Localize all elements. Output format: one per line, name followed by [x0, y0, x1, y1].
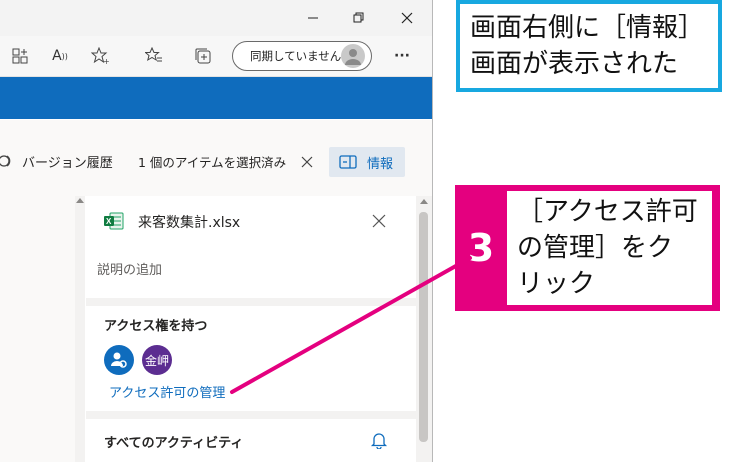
- callout-step-box: ［アクセス許可 の管理］をク リック: [507, 191, 712, 305]
- settings-more-button[interactable]: ···: [390, 44, 414, 68]
- close-window-button[interactable]: [385, 0, 429, 36]
- callout-info-text: 画面右側に［情報］ 画面が表示された: [470, 13, 705, 79]
- shared-link-avatar[interactable]: [104, 345, 134, 375]
- svg-text:X: X: [106, 217, 112, 226]
- profile-avatar: [341, 44, 365, 68]
- file-list-area: [0, 196, 75, 462]
- notification-button[interactable]: [370, 431, 388, 450]
- browser-window: A)) + 同期していません ··· バージョン履歴 1 個のアイテムを選択済み…: [0, 0, 433, 462]
- close-icon: [401, 12, 413, 24]
- user-avatar[interactable]: 金岬: [142, 345, 172, 375]
- minimize-icon: [308, 17, 318, 19]
- more-icon: ···: [394, 48, 410, 64]
- restore-button[interactable]: [337, 0, 381, 36]
- selection-count: 1 個のアイテムを選択済み: [138, 155, 287, 170]
- title-bar: [0, 0, 432, 36]
- close-icon: [301, 156, 313, 168]
- version-history-icon[interactable]: [0, 152, 20, 170]
- description-field[interactable]: 説明の追加: [97, 259, 162, 278]
- collections-icon[interactable]: [191, 44, 215, 68]
- person-icon: [345, 49, 361, 65]
- bell-icon: [370, 433, 388, 450]
- people-link-icon: [111, 352, 127, 368]
- manage-access-link[interactable]: アクセス許可の管理: [109, 382, 225, 401]
- sync-status-label: 同期していません: [250, 49, 342, 63]
- read-aloud-icon[interactable]: A)): [48, 44, 72, 68]
- panel-divider: [86, 298, 416, 306]
- restore-icon: [353, 12, 364, 23]
- panel-divider: [86, 411, 416, 419]
- info-pane-icon: [339, 155, 357, 169]
- scroll-up-icon: [420, 199, 428, 204]
- callout-step-text: ［アクセス許可 の管理］をク リック: [517, 197, 698, 299]
- access-heading: アクセス権を持つ: [104, 319, 208, 334]
- svg-text:+: +: [103, 57, 109, 65]
- info-pane-label: 情報: [367, 157, 394, 172]
- scroll-up-icon: [76, 198, 84, 203]
- callout-step-3: 3 ［アクセス許可 の管理］をク リック: [455, 185, 720, 311]
- browser-toolbar: A)) + 同期していません ···: [0, 36, 432, 77]
- close-icon: [372, 214, 386, 228]
- scrollbar-thumb[interactable]: [419, 212, 428, 442]
- info-pane-button[interactable]: 情報: [329, 147, 405, 177]
- file-list-scrollbar[interactable]: [75, 196, 85, 462]
- excel-file-icon: X: [104, 211, 124, 231]
- sync-status-button[interactable]: 同期していません: [232, 41, 372, 71]
- add-favorite-icon[interactable]: +: [88, 44, 112, 68]
- clear-selection-button[interactable]: [300, 154, 314, 168]
- minimize-button[interactable]: [291, 0, 335, 36]
- close-panel-button[interactable]: [372, 213, 386, 228]
- activity-heading: すべてのアクティビティ: [104, 436, 244, 451]
- step-number: 3: [467, 226, 495, 270]
- app-grid-icon[interactable]: [8, 44, 32, 68]
- version-history-button[interactable]: バージョン履歴: [22, 152, 113, 171]
- user-avatar-initials: 金岬: [144, 353, 169, 368]
- callout-info-shown: 画面右側に［情報］ 画面が表示された: [456, 0, 722, 92]
- app-header-bar: [0, 77, 432, 119]
- favorites-icon[interactable]: [142, 44, 166, 68]
- file-name: 来客数集計.xlsx: [138, 215, 241, 231]
